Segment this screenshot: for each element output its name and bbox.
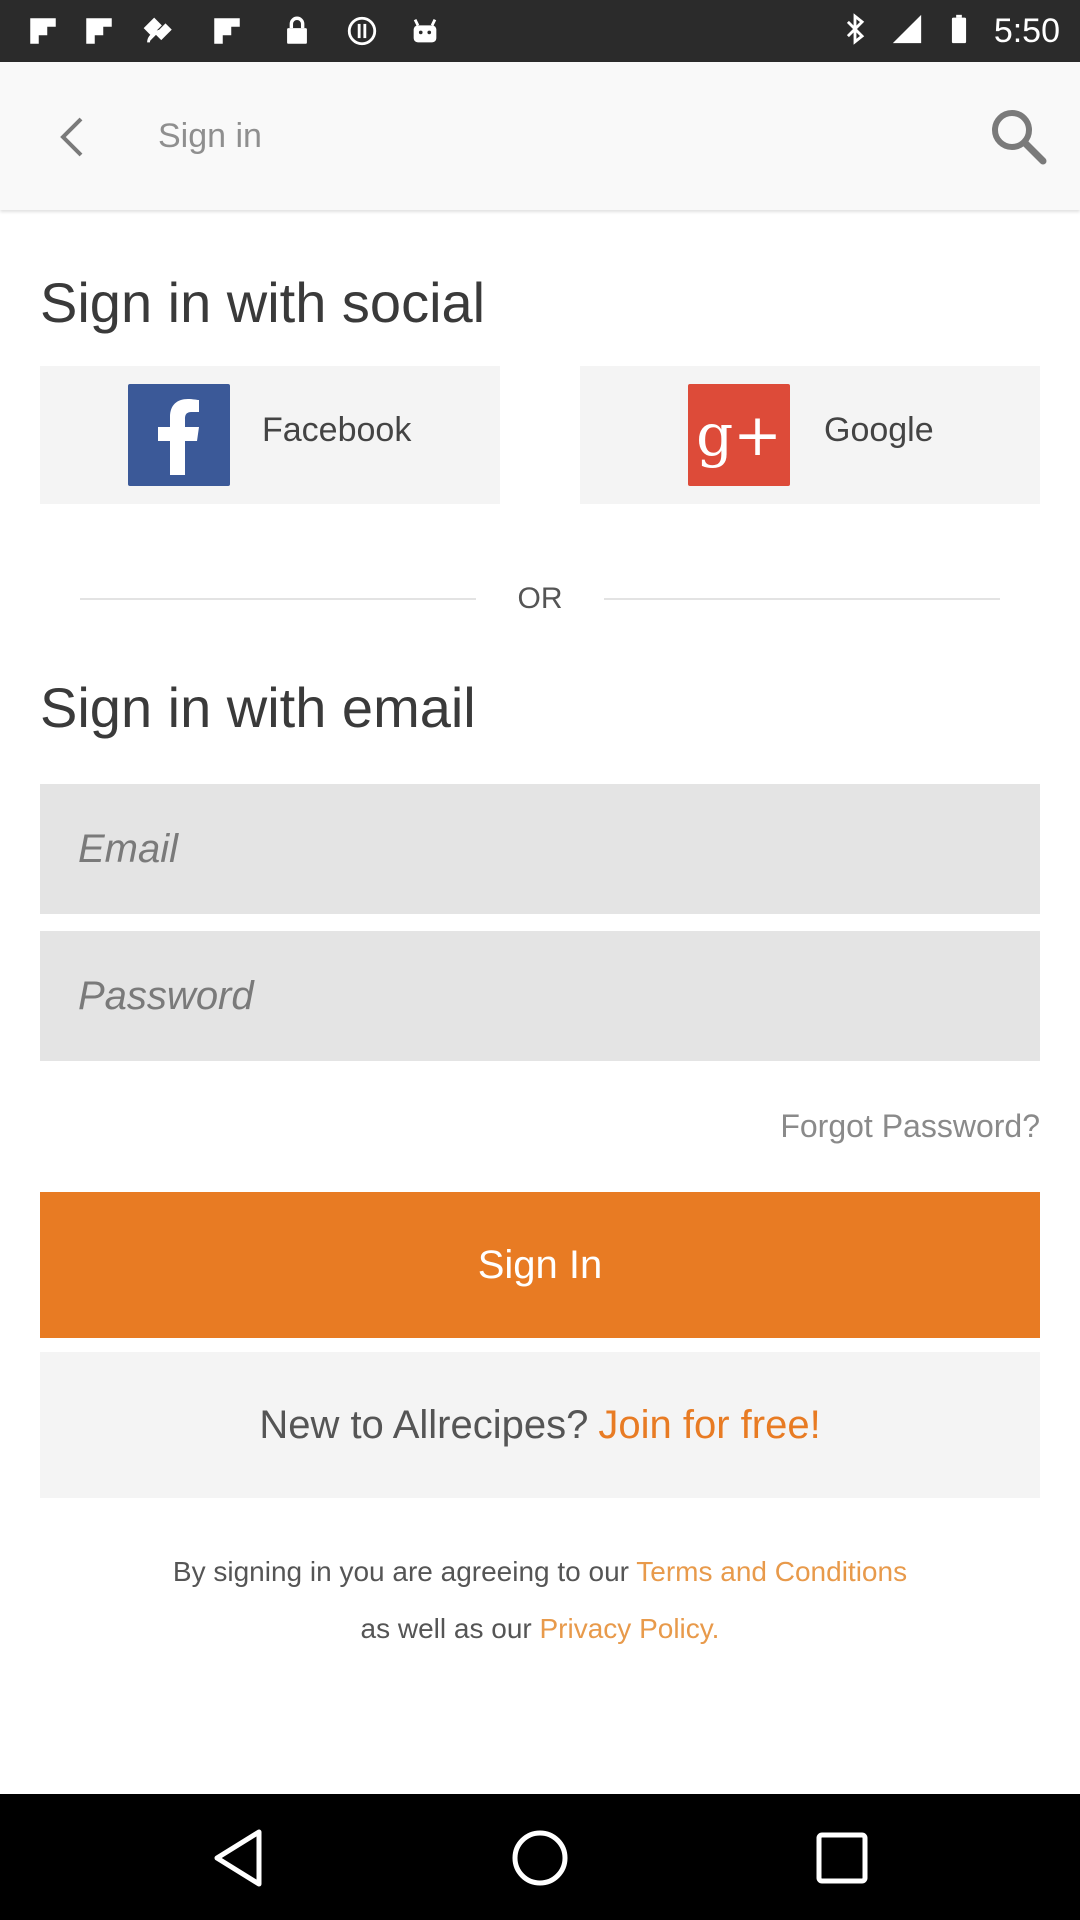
app-bar: Sign in (0, 62, 1080, 210)
home-circle-icon (512, 1830, 568, 1886)
clock: 5:50 (993, 11, 1060, 50)
flipboard-icon (82, 12, 116, 50)
sign-in-button[interactable]: Sign In (40, 1192, 1040, 1338)
legal-prefix-2: as well as our (360, 1613, 532, 1644)
navigation-bar (0, 1794, 1080, 1920)
google-label: Google (824, 411, 934, 449)
divider-line-left (80, 598, 476, 600)
nav-recents-button[interactable] (806, 1822, 878, 1894)
flipboard-icon (210, 12, 244, 50)
google-button[interactable]: g+ Google (580, 366, 1040, 504)
fake-gps-icon (140, 12, 174, 50)
battery-icon (942, 12, 976, 51)
join-prompt: New to Allrecipes? (259, 1402, 589, 1447)
divider-line-right (604, 598, 1000, 600)
or-divider-text: OR (517, 582, 563, 615)
password-field-container (40, 931, 1040, 1061)
legal-line-1: By signing in you are agreeing to our Te… (0, 1556, 1080, 1588)
status-right-group: 5:50 (838, 0, 1060, 62)
facebook-label: Facebook (262, 411, 412, 449)
terms-link[interactable]: Terms and Conditions (636, 1556, 907, 1587)
email-field[interactable] (40, 825, 1040, 873)
facebook-icon (128, 384, 230, 486)
nav-back-button[interactable] (202, 1822, 274, 1894)
nav-home-button[interactable] (504, 1822, 576, 1894)
email-field-container (40, 784, 1040, 914)
search-button[interactable] (982, 100, 1054, 172)
android-icon (408, 12, 442, 50)
bluetooth-icon (838, 12, 872, 51)
legal-line-2: as well as our Privacy Policy. (0, 1613, 1080, 1645)
status-bar: 5:50 (0, 0, 1080, 62)
chevron-left-icon (60, 117, 83, 157)
back-button[interactable] (42, 102, 102, 172)
join-box: New to Allrecipes? Join for free! (40, 1352, 1040, 1498)
legal-prefix-1: By signing in you are agreeing to our (172, 1556, 629, 1587)
back-triangle-icon (214, 1829, 262, 1887)
password-field[interactable] (40, 972, 1040, 1020)
search-icon (992, 110, 1047, 165)
flipboard-icon (26, 12, 60, 50)
join-link[interactable]: Join for free! (598, 1403, 820, 1448)
facebook-button[interactable]: Facebook (40, 366, 500, 504)
page-title: Sign in (158, 117, 262, 155)
lock-icon (280, 12, 314, 50)
recents-square-icon (816, 1832, 868, 1884)
privacy-link[interactable]: Privacy Policy. (540, 1613, 720, 1644)
social-heading: Sign in with social (40, 271, 486, 334)
email-heading: Sign in with email (40, 676, 476, 739)
forgot-password-link[interactable]: Forgot Password? (780, 1108, 1040, 1145)
google-plus-icon: g+ (688, 384, 790, 486)
signal-icon (890, 12, 924, 51)
sync-icon (345, 12, 379, 50)
